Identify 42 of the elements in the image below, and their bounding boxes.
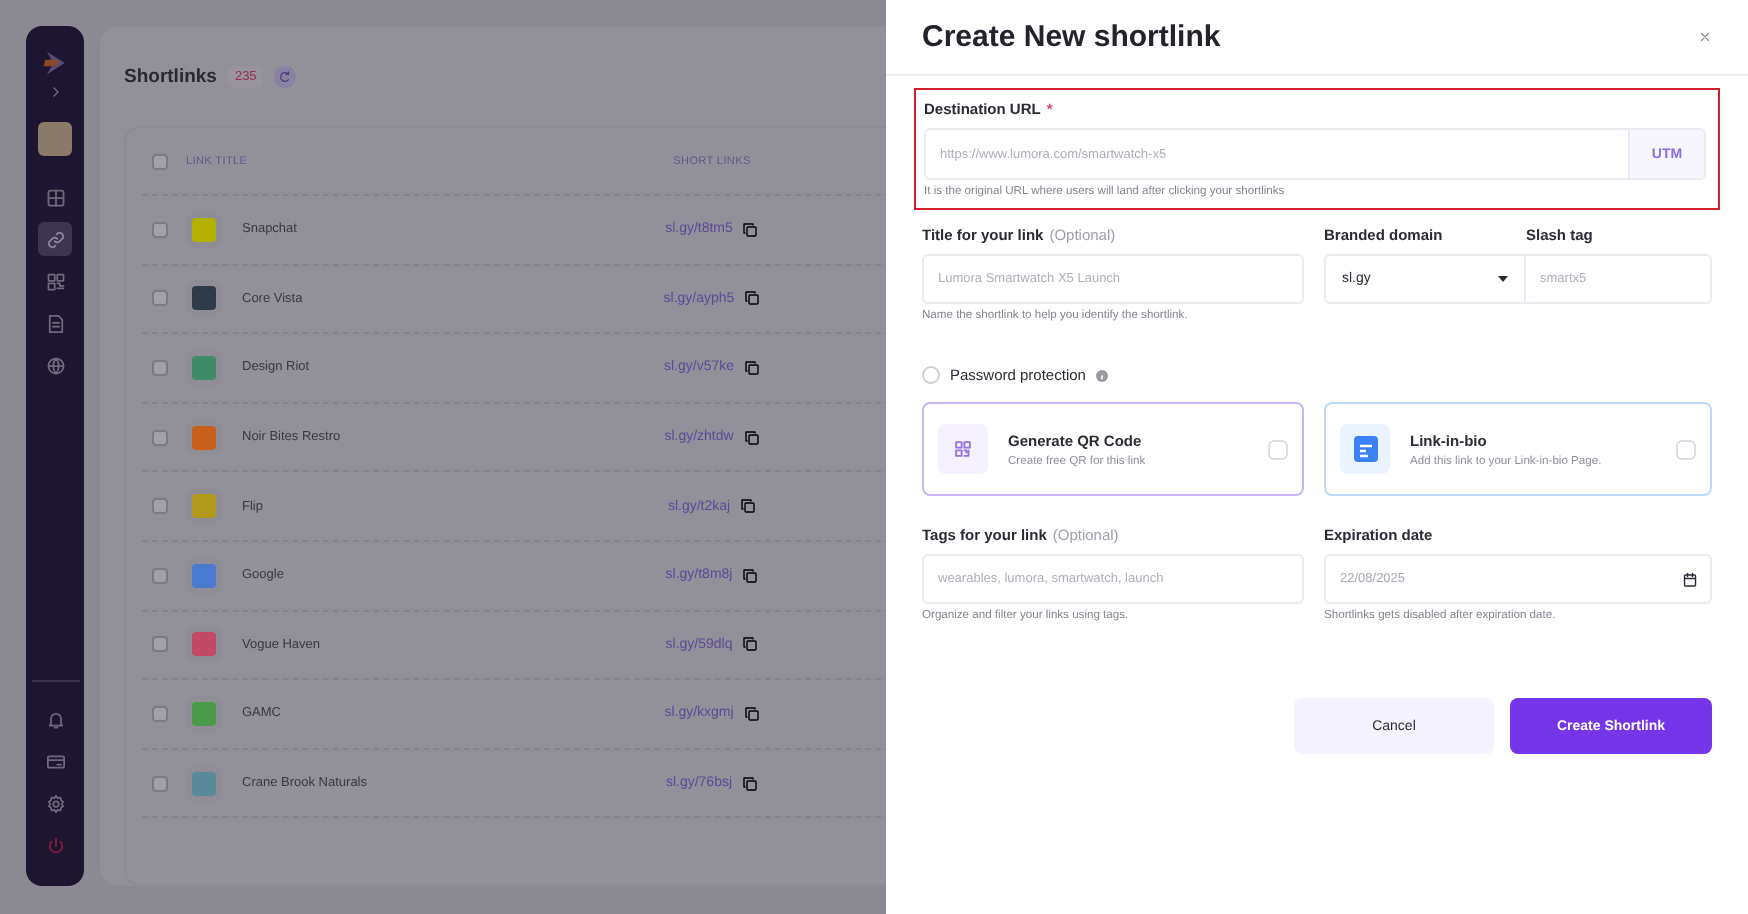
qr-code-icon [45,271,65,291]
refresh-icon [278,69,293,83]
dashboard-icon [45,187,65,207]
radio-button[interactable] [922,366,940,384]
checkbox[interactable] [152,567,168,584]
checkbox[interactable] [152,705,168,722]
close-icon [1698,29,1712,43]
checkbox[interactable] [152,153,168,169]
page-title: Shortlinks [124,65,217,87]
checkbox[interactable] [152,775,168,792]
copy-icon [743,429,760,446]
copy-icon [742,221,759,238]
document-icon [45,313,65,333]
bell-icon [45,709,65,729]
calendar-icon [1682,571,1698,587]
copy-icon [742,636,759,653]
copy-icon [742,775,759,792]
document-icon [1353,436,1377,462]
checkbox[interactable] [152,221,168,238]
dialog-title: Create New shortlink [922,20,1221,54]
checkbox[interactable] [152,359,168,376]
caret-icon [1498,276,1508,282]
copy-icon [744,290,761,307]
refresh-button[interactable] [274,65,297,87]
avatar[interactable] [38,122,72,156]
settings-icon [45,793,65,813]
info-icon [1095,369,1108,381]
power-icon [45,835,65,855]
checkbox[interactable] [152,429,168,446]
copy-icon [744,359,761,376]
logo-icon [42,50,68,76]
globe-icon [45,355,65,375]
nav-item[interactable] [38,222,72,256]
copy-icon [742,567,759,584]
copy-icon [743,705,760,722]
checkbox[interactable] [152,636,168,653]
qr-code-icon [952,438,974,460]
credit-card-icon [45,751,65,771]
copy-icon [740,498,757,515]
link-icon [45,229,65,249]
checkbox[interactable] [152,290,168,307]
checkbox[interactable] [152,498,168,515]
